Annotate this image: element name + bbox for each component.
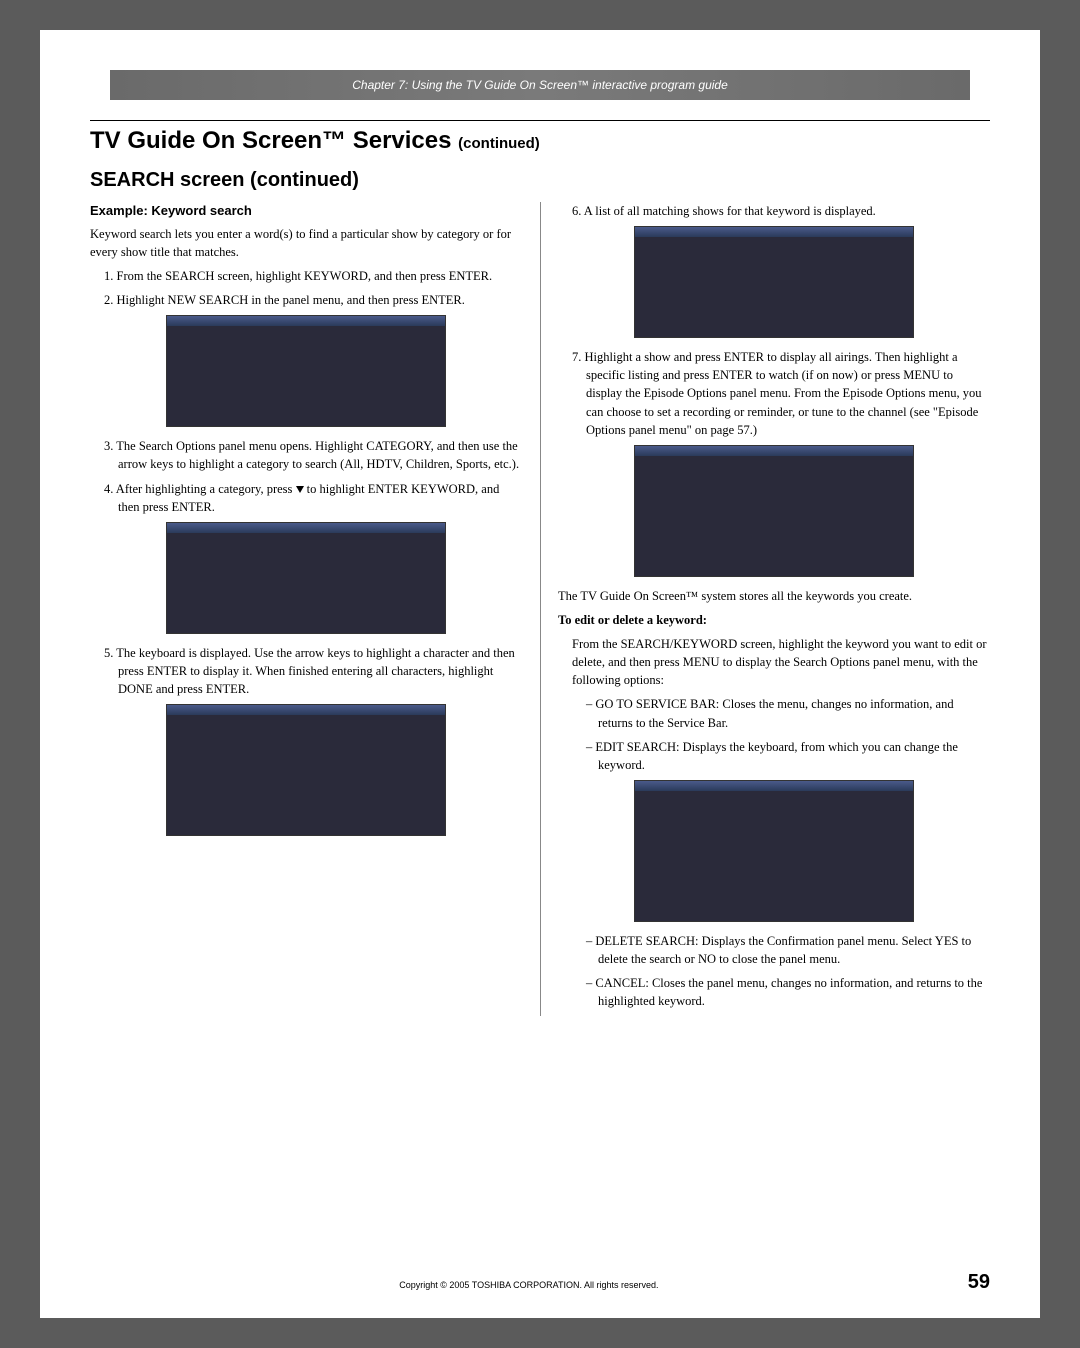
main-title-continued: (continued) — [458, 135, 540, 152]
step-4-pre: 4. After highlighting a category, press — [104, 482, 296, 496]
example-heading: Example: Keyword search — [90, 202, 522, 221]
step-1: 1. From the SEARCH screen, highlight KEY… — [104, 267, 522, 285]
step-6: 6. A list of all matching shows for that… — [572, 202, 990, 220]
step-3: 3. The Search Options panel menu opens. … — [104, 437, 522, 473]
to-edit-heading: To edit or delete a keyword: — [558, 611, 990, 629]
step-7: 7. Highlight a show and press ENTER to d… — [572, 348, 990, 439]
main-title-text: TV Guide On Screen™ Services — [90, 127, 451, 154]
step-4: 4. After highlighting a category, press … — [104, 480, 522, 516]
two-column-layout: Example: Keyword search Keyword search l… — [90, 202, 990, 1016]
screenshot-5 — [634, 445, 914, 577]
option-edit-search: – EDIT SEARCH: Displays the keyboard, fr… — [586, 738, 990, 774]
screenshot-3 — [166, 704, 446, 836]
option-delete-search: – DELETE SEARCH: Displays the Confirmati… — [586, 932, 990, 968]
horizontal-rule — [90, 120, 990, 121]
intro-text: Keyword search lets you enter a word(s) … — [90, 225, 522, 261]
chapter-banner: Chapter 7: Using the TV Guide On Screen™… — [110, 70, 970, 100]
section-title: SEARCH screen (continued) — [90, 169, 990, 192]
footer: Copyright © 2005 TOSHIBA CORPORATION. Al… — [90, 1271, 990, 1294]
copyright-text: Copyright © 2005 TOSHIBA CORPORATION. Al… — [90, 1280, 968, 1290]
page: Chapter 7: Using the TV Guide On Screen™… — [40, 30, 1040, 1318]
main-title: TV Guide On Screen™ Services (continued) — [90, 127, 990, 155]
column-divider — [540, 202, 541, 1016]
step-5: 5. The keyboard is displayed. Use the ar… — [104, 644, 522, 698]
screenshot-6 — [634, 780, 914, 922]
to-edit-intro: From the SEARCH/KEYWORD screen, highligh… — [558, 635, 990, 689]
screenshot-2 — [166, 522, 446, 634]
page-number: 59 — [968, 1271, 990, 1294]
option-goto-service-bar: – GO TO SERVICE BAR: Closes the menu, ch… — [586, 695, 990, 731]
option-cancel: – CANCEL: Closes the panel menu, changes… — [586, 974, 990, 1010]
down-arrow-icon — [296, 486, 304, 493]
right-column: 6. A list of all matching shows for that… — [540, 202, 990, 1016]
left-column: Example: Keyword search Keyword search l… — [90, 202, 540, 1016]
screenshot-1 — [166, 315, 446, 427]
stores-text: The TV Guide On Screen™ system stores al… — [558, 587, 990, 605]
screenshot-4 — [634, 226, 914, 338]
step-2: 2. Highlight NEW SEARCH in the panel men… — [104, 291, 522, 309]
